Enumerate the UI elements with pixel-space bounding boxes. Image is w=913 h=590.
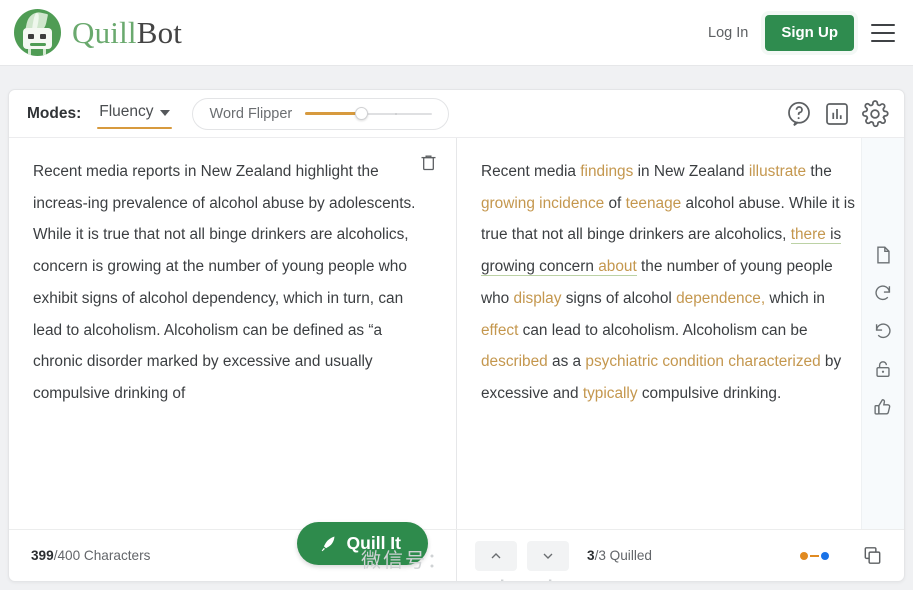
modes-label: Modes: bbox=[27, 104, 82, 122]
mode-selector-fluency[interactable]: Fluency bbox=[97, 98, 172, 129]
quill-it-button[interactable]: Quill It bbox=[296, 522, 428, 565]
settings-gear-icon[interactable] bbox=[860, 99, 890, 129]
quill-pen-icon bbox=[321, 536, 334, 552]
output-segment-20: as a bbox=[547, 353, 586, 371]
output-segment-24: compulsive drinking. bbox=[637, 384, 782, 402]
character-current: 399 bbox=[31, 548, 54, 563]
output-segment-6: of bbox=[604, 194, 626, 212]
output-segment-14: signs of alcohol bbox=[561, 289, 677, 307]
word-flipper-slider[interactable] bbox=[305, 107, 432, 121]
brand-logo[interactable]: QuillBot bbox=[14, 9, 182, 56]
hamburger-menu-icon[interactable] bbox=[871, 23, 895, 42]
stats-icon[interactable] bbox=[822, 99, 852, 129]
chevron-down-icon bbox=[543, 553, 553, 559]
thumbs-up-icon[interactable] bbox=[872, 396, 894, 418]
output-segment-7[interactable]: teenage bbox=[626, 195, 682, 212]
chevron-down-icon bbox=[159, 110, 170, 116]
input-text[interactable]: Recent media reports in New Zealand high… bbox=[33, 156, 434, 410]
output-segment-3[interactable]: illustrate bbox=[749, 163, 806, 180]
output-segment-13[interactable]: display bbox=[514, 290, 562, 307]
lock-icon[interactable] bbox=[872, 358, 894, 380]
output-segment-2: in New Zealand bbox=[633, 163, 749, 180]
slider-thumb[interactable] bbox=[354, 107, 368, 120]
copy-icon[interactable] bbox=[861, 544, 884, 567]
output-action-rail bbox=[861, 138, 904, 529]
undo-icon[interactable] bbox=[872, 320, 894, 342]
quilled-current: 3 bbox=[587, 548, 595, 563]
output-segment-4: the bbox=[806, 163, 832, 180]
output-segment-15[interactable]: dependence, bbox=[676, 290, 765, 307]
output-segment-9[interactable]: there bbox=[790, 226, 826, 245]
output-segment-5[interactable]: growing incidence bbox=[481, 195, 604, 212]
signup-button[interactable]: Sign Up bbox=[765, 14, 854, 51]
quilled-total: /3 Quilled bbox=[594, 548, 652, 563]
dot-paraphrased bbox=[821, 551, 829, 560]
app-header: QuillBot Log In Sign Up bbox=[0, 0, 913, 66]
character-counter: 399/400 Characters bbox=[31, 548, 150, 563]
quillbot-logo-icon bbox=[14, 9, 61, 56]
output-segment-1[interactable]: findings bbox=[580, 163, 633, 180]
trash-icon[interactable] bbox=[418, 151, 439, 174]
output-segment-18: can lead to alcoholism. Alcoholism can b… bbox=[518, 321, 808, 339]
quillbot-app: QuillBot Log In Sign Up Modes: Fluency W… bbox=[0, 0, 913, 590]
dot-original bbox=[800, 551, 808, 560]
chevron-up-icon bbox=[491, 552, 501, 558]
card-footer: 399/400 Characters Quill It 3/3 Quilled bbox=[9, 522, 904, 581]
mode-selector-label: Fluency bbox=[99, 103, 154, 120]
modes-toolbar: Modes: Fluency Word Flipper bbox=[9, 90, 904, 138]
editor-panels: Recent media reports in New Zealand high… bbox=[9, 138, 904, 581]
document-icon[interactable] bbox=[872, 244, 894, 266]
output-text[interactable]: Recent media findings in New Zealand ill… bbox=[481, 156, 858, 410]
word-flipper-label: Word Flipper bbox=[209, 105, 293, 122]
output-segment-16: which in bbox=[765, 289, 825, 307]
slider-tick bbox=[394, 112, 397, 115]
redo-icon[interactable] bbox=[872, 282, 894, 304]
help-icon[interactable] bbox=[784, 99, 814, 129]
footer-right: 3/3 Quilled bbox=[457, 530, 904, 581]
word-flipper-control[interactable]: Word Flipper bbox=[191, 97, 449, 130]
quilled-counter: 3/3 Quilled bbox=[587, 548, 652, 563]
quill-it-label: Quill It bbox=[346, 533, 401, 553]
wordmark-quill: Quill bbox=[72, 14, 137, 50]
output-segment-0: Recent media bbox=[481, 163, 581, 180]
wordmark-bot: Bot bbox=[136, 14, 183, 50]
next-result-button[interactable] bbox=[527, 540, 569, 571]
output-segment-11[interactable]: about bbox=[598, 258, 637, 277]
output-segment-23[interactable]: typically bbox=[583, 385, 638, 402]
compare-dots-indicator[interactable] bbox=[800, 551, 829, 560]
previous-result-button[interactable] bbox=[475, 540, 517, 571]
footer-left: 399/400 Characters Quill It bbox=[9, 522, 457, 581]
wordmark: QuillBot bbox=[72, 15, 182, 51]
login-button[interactable]: Log In bbox=[708, 25, 748, 41]
input-panel[interactable]: Recent media reports in New Zealand high… bbox=[9, 138, 457, 529]
character-total: /400 Characters bbox=[53, 548, 151, 563]
output-panel[interactable]: Recent media findings in New Zealand ill… bbox=[457, 138, 904, 529]
slider-fill bbox=[305, 112, 360, 115]
output-segment-17[interactable]: effect bbox=[481, 322, 518, 339]
dot-connector bbox=[810, 554, 819, 557]
output-segment-19[interactable]: described bbox=[481, 353, 548, 370]
paraphraser-card: Modes: Fluency Word Flipper Recent media… bbox=[8, 89, 905, 582]
output-segment-21[interactable]: psychiatric condition characterized bbox=[585, 353, 820, 370]
